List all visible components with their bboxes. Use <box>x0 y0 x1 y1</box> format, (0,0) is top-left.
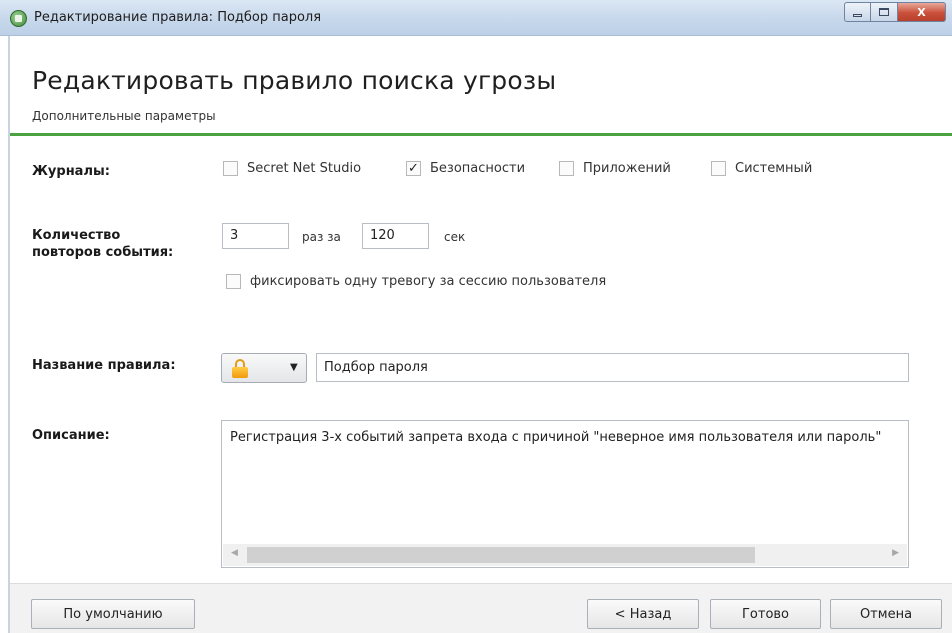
checkbox-label: Приложений <box>583 161 671 176</box>
checkmark-icon[interactable]: ✓ <box>406 161 421 176</box>
rule-name-input[interactable]: Подбор пароля <box>316 353 909 382</box>
window-controls: X <box>844 2 946 24</box>
journal-checkbox-system[interactable]: Системный <box>711 161 812 176</box>
back-button[interactable]: < Назад <box>587 599 699 629</box>
rule-name-label: Название правила: <box>32 358 176 373</box>
scrollbar-thumb[interactable] <box>247 547 755 563</box>
close-button[interactable]: X <box>898 2 946 22</box>
description-textarea[interactable]: Регистрация 3-х событий запрета входа с … <box>221 420 909 568</box>
checkbox-label: Secret Net Studio <box>247 161 362 176</box>
repeat-label-line1: Количество <box>32 228 121 243</box>
repeat-label: Количество повторов события: <box>32 227 173 261</box>
header-divider <box>10 133 952 136</box>
journal-checkbox-security[interactable]: ✓ Безопасности <box>406 161 525 176</box>
maximize-button[interactable] <box>871 2 898 22</box>
checkbox-box[interactable] <box>559 161 574 176</box>
page-subtitle: Дополнительные параметры <box>32 109 216 123</box>
dialog-header: Редактировать правило поиска угрозы Допо… <box>10 36 952 136</box>
checkbox-label: Системный <box>735 161 813 176</box>
repeat-label-line2: повторов события: <box>32 245 174 260</box>
description-label: Описание: <box>32 428 110 443</box>
repeat-count-input[interactable]: 3 <box>222 223 289 249</box>
page-title: Редактировать правило поиска угрозы <box>32 66 557 95</box>
lock-icon <box>232 359 248 378</box>
window-titlebar[interactable]: Редактирование правила: Подбор пароля X <box>0 0 952 36</box>
seconds-unit: сек <box>444 230 466 244</box>
minimize-icon <box>853 13 862 17</box>
journals-label: Журналы: <box>32 164 110 179</box>
cancel-button[interactable]: Отмена <box>830 599 942 629</box>
default-button[interactable]: По умолчанию <box>31 599 195 629</box>
one-alert-checkbox[interactable]: фиксировать одну тревогу за сессию польз… <box>226 274 606 289</box>
journal-checkbox-applications[interactable]: Приложений <box>559 161 671 176</box>
checkbox-label: фиксировать одну тревогу за сессию польз… <box>250 274 607 289</box>
checkbox-label: Безопасности <box>430 161 526 176</box>
app-icon <box>10 10 27 27</box>
repeat-seconds-input[interactable]: 120 <box>362 223 429 249</box>
maximize-icon <box>879 8 889 16</box>
checkbox-box[interactable] <box>226 274 241 289</box>
checkbox-box[interactable] <box>711 161 726 176</box>
checkbox-box[interactable] <box>223 161 238 176</box>
scroll-left-icon[interactable]: ◀ <box>231 548 238 558</box>
horizontal-scrollbar[interactable]: ◀ ▶ <box>223 544 907 566</box>
journal-checkbox-secretnet[interactable]: Secret Net Studio <box>223 161 361 176</box>
chevron-down-icon: ▼ <box>290 362 298 373</box>
done-button[interactable]: Готово <box>710 599 821 629</box>
rule-icon-dropdown[interactable]: ▼ <box>221 353 307 383</box>
times-per-text: раз за <box>302 230 341 244</box>
close-icon: X <box>917 5 926 19</box>
description-text: Регистрация 3-х событий запрета входа с … <box>230 430 882 445</box>
window-title: Редактирование правила: Подбор пароля <box>34 10 322 25</box>
minimize-button[interactable] <box>844 2 871 22</box>
scroll-right-icon[interactable]: ▶ <box>892 548 899 558</box>
